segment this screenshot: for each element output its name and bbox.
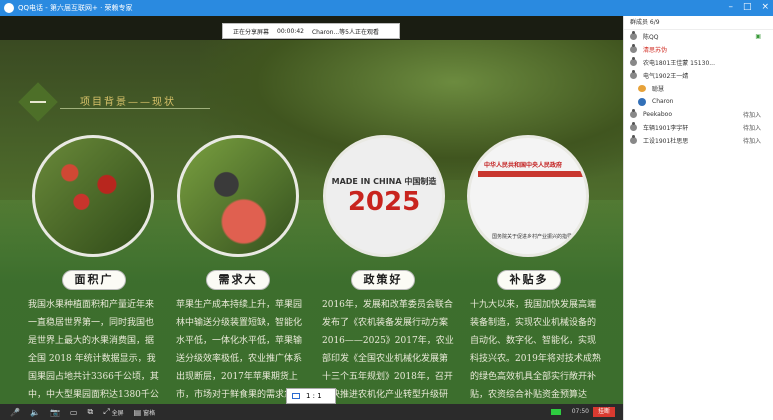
harvest-image <box>177 135 299 257</box>
member-row[interactable]: 车辆1901李宇轩 待加入 <box>624 121 773 134</box>
mic-muted-icon[interactable]: 🎤 <box>10 408 20 417</box>
member-row[interactable]: 工设1901杜思思 待加入 <box>624 134 773 147</box>
user-icon <box>630 122 637 131</box>
layout-label[interactable]: 窗格 <box>143 408 155 417</box>
user-icon <box>630 135 637 144</box>
member-status: 待加入 <box>742 138 761 145</box>
share-status-bar: 正在分享屏幕 00:00:42 Charon...等5人正在观看 <box>222 23 400 39</box>
speaker-icon[interactable]: 🔈 <box>30 408 40 417</box>
minimize-icon[interactable]: – <box>728 2 733 12</box>
user-icon <box>630 109 637 118</box>
zoom-control[interactable]: 1 : 1 <box>286 388 336 404</box>
made-in-china-image: MADE IN CHINA 中国制造 2025 <box>323 135 445 257</box>
user-icon <box>630 44 637 53</box>
diamond-dash <box>30 101 46 103</box>
camera-off-icon[interactable]: 📷 <box>50 408 60 417</box>
avatar <box>638 85 646 92</box>
card-label-area: 面积广 <box>62 270 126 290</box>
member-panel: 群成员 6/9 陈QQ ▣ 清思苏伪 农电1801王佳蒙 15130... 电气… <box>623 16 773 420</box>
call-toolbar: 🎤 🔈 📷 ▭ ⧉ ⤢ 全屏 ▤ 窗格 07:50 挂断 <box>0 404 623 420</box>
window-title: QQ电话 - 第六届互联网+ · 荣赖专家 <box>18 4 133 12</box>
year-2025: 2025 <box>347 186 421 217</box>
member-row[interactable]: 清思苏伪 <box>624 43 773 56</box>
apple-tree-image <box>32 135 154 257</box>
heading-underline <box>60 108 210 109</box>
screen-share-area: 正在分享屏幕 00:00:42 Charon...等5人正在观看 项目背景——现… <box>0 16 623 404</box>
member-row[interactable]: 农电1801王佳蒙 15130... <box>624 56 773 69</box>
close-icon[interactable]: × <box>761 2 769 12</box>
pip-icon[interactable]: ⧉ <box>87 407 93 417</box>
title-bar: QQ电话 - 第六届互联网+ · 荣赖专家 – □ × <box>0 0 773 16</box>
user-icon <box>630 57 637 66</box>
card-label-subsidy: 补贴多 <box>497 270 561 290</box>
gov-website-image: 中华人民共和国中央人民政府 国务院关于促进乡村产业振兴的指导意见 <box>467 135 589 257</box>
avatar <box>638 97 646 106</box>
card-label-policy: 政策好 <box>351 270 415 290</box>
fullscreen-icon[interactable]: ⤢ <box>103 407 109 417</box>
hangup-button[interactable]: 挂断 <box>593 407 615 417</box>
card-label-demand: 需求大 <box>206 270 270 290</box>
share-time: 00:00:42 <box>277 27 304 35</box>
member-status: 待加入 <box>742 125 761 132</box>
presentation-slide: 项目背景——现状 MADE IN CHINA 中国制造 2025 中华人民共和国… <box>0 40 623 404</box>
window-controls: – □ × <box>728 2 769 12</box>
qq-logo-icon <box>4 3 14 13</box>
gov-doc-title: 国务院关于促进乡村产业振兴的指导意见 <box>492 234 583 240</box>
screen-share-icon[interactable]: ▭ <box>70 408 78 417</box>
share-status: 正在分享屏幕 <box>233 28 270 36</box>
member-row[interactable]: 聪慧 <box>624 82 773 95</box>
slide-heading: 项目背景——现状 <box>80 97 176 108</box>
fit-window-icon[interactable] <box>292 393 300 399</box>
member-row[interactable]: Charon <box>624 95 773 108</box>
member-row[interactable]: 电气1902王一婧 <box>624 69 773 82</box>
zoom-label[interactable]: 1 : 1 <box>306 392 322 400</box>
card-text-subsidy: 十九大以来，我国加快发展高端装备制造，实现农业机械设备的自动化、数字化、智能化，… <box>470 300 601 400</box>
user-icon <box>630 70 637 79</box>
card-text-area: 我国水果种植面积和产量近年来一直稳居世界第一，同时我国也是世界上最大的水果消费国… <box>28 300 159 400</box>
fullscreen-label[interactable]: 全屏 <box>112 408 124 417</box>
gov-nav-bar <box>478 171 584 177</box>
member-row[interactable]: 陈QQ ▣ <box>624 30 773 43</box>
made-in-china-text: MADE IN CHINA 中国制造 <box>331 176 437 186</box>
member-status: 待加入 <box>742 112 761 119</box>
share-viewers[interactable]: Charon...等5人正在观看 <box>312 27 379 36</box>
gov-site-title: 中华人民共和国中央人民政府 <box>484 162 563 169</box>
signal-icon <box>551 409 561 415</box>
user-icon <box>630 31 637 40</box>
maximize-icon[interactable]: □ <box>743 2 752 12</box>
camera-icon: ▣ <box>755 33 761 40</box>
member-row[interactable]: Peekaboo 待加入 <box>624 108 773 121</box>
card-text-policy: 2016年，发展和改革委员会联合发布了《农机装备发展行动方案2016——2025… <box>322 300 454 400</box>
call-timer: 07:50 <box>571 408 589 415</box>
member-header: 群成员 6/9 <box>624 16 773 30</box>
layout-icon[interactable]: ▤ <box>134 408 142 417</box>
